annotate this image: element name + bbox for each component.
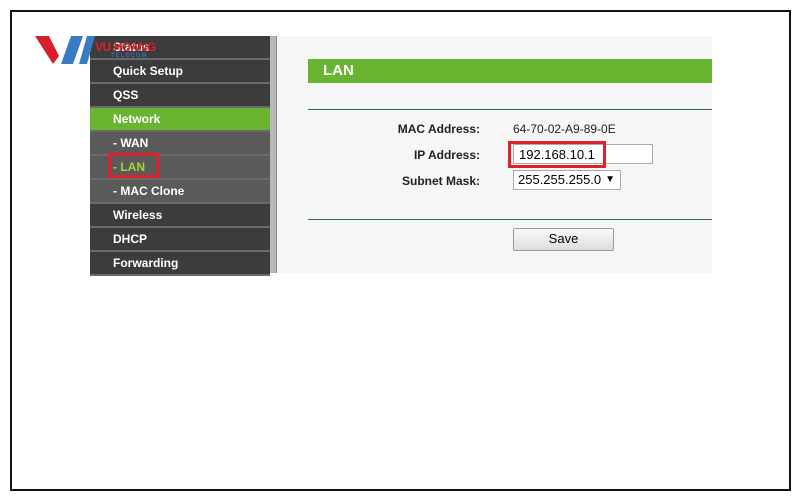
sidebar-item-qss[interactable]: QSS xyxy=(90,84,270,108)
ip-address-label: IP Address: xyxy=(413,148,480,162)
divider xyxy=(308,219,712,220)
sidebar-item-forwarding[interactable]: Forwarding xyxy=(90,252,270,276)
main-panel: LAN MAC Address: 64-70-02-A9-89-0E IP Ad… xyxy=(277,36,712,273)
sidebar-item-wireless[interactable]: Wireless xyxy=(90,204,270,228)
logo: VU HOANG TELECOM xyxy=(35,36,156,69)
sidebar-item-mac-clone[interactable]: - MAC Clone xyxy=(90,180,270,204)
logo-subtext: TELECOM xyxy=(111,53,148,59)
sidebar-item-quick-setup[interactable]: Quick Setup xyxy=(90,60,270,84)
lan-highlight-box xyxy=(108,153,159,178)
page-title: LAN xyxy=(308,59,712,83)
subnet-mask-select[interactable]: 255.255.255.0 ▼ xyxy=(513,170,621,190)
mac-address-value: 64-70-02-A9-89-0E xyxy=(513,122,616,136)
chevron-down-icon: ▼ xyxy=(605,174,615,185)
sidebar-item-dhcp[interactable]: DHCP xyxy=(90,228,270,252)
sidebar-item-network[interactable]: Network xyxy=(90,108,270,132)
logo-mark-icon xyxy=(35,36,95,64)
logo-text: VU HOANG xyxy=(95,40,156,54)
save-button[interactable]: Save xyxy=(513,228,614,251)
divider xyxy=(308,109,712,110)
frame-scrollbar[interactable] xyxy=(270,36,277,273)
mac-address-label: MAC Address: xyxy=(397,122,480,136)
subnet-mask-label: Subnet Mask: xyxy=(401,174,480,188)
ip-highlight-box xyxy=(508,141,606,168)
subnet-mask-value: 255.255.255.0 xyxy=(518,172,602,187)
